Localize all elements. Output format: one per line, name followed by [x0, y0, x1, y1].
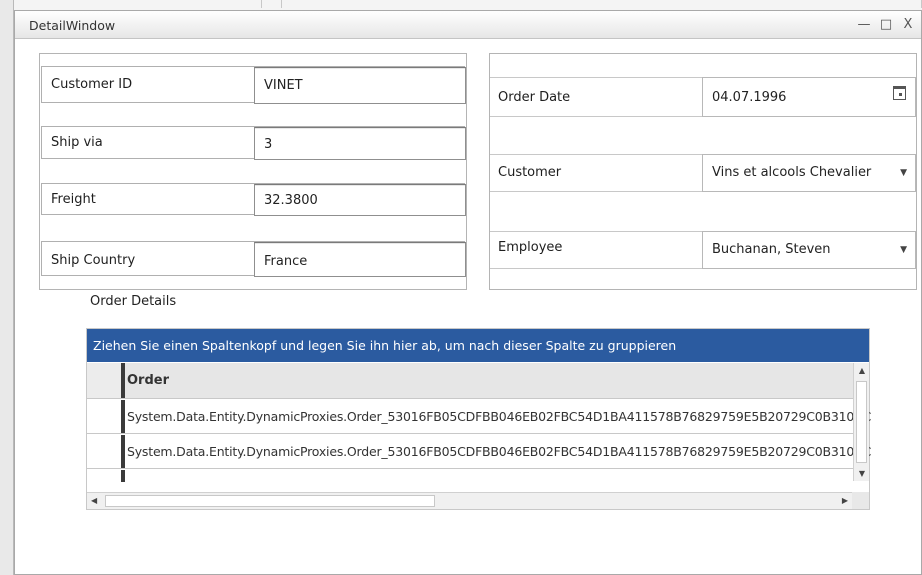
ship-via-field[interactable]: 3: [254, 127, 466, 160]
order-date-value: 04.07.1996: [712, 90, 787, 105]
ship-country-value: France: [264, 254, 308, 269]
background-tab-3: [282, 0, 922, 8]
close-icon: X: [903, 16, 913, 32]
freight-row: Freight 32.3800: [41, 183, 466, 216]
group-panel[interactable]: Ziehen Sie einen Spaltenkopf und legen S…: [87, 329, 869, 362]
customer-id-row: Customer ID VINET: [41, 66, 466, 104]
right-form-panel: Order Date 04.07.1996 Customer Vins et a…: [489, 53, 917, 290]
scroll-right-icon[interactable]: ▶: [842, 496, 848, 505]
ship-via-label: Ship via: [51, 135, 103, 150]
customer-dropdown[interactable]: Vins et alcools Chevalier ▼: [702, 154, 916, 192]
order-details-label: Order Details: [90, 294, 177, 309]
table-row[interactable]: System.Data.Entity.DynamicProxies.Order_…: [87, 400, 871, 434]
ship-country-row: Ship Country France: [41, 241, 466, 277]
frozen-column-divider: [121, 435, 125, 468]
customer-value: Vins et alcools Chevalier: [712, 165, 872, 180]
maximize-button[interactable]: □: [879, 15, 893, 33]
background-tab-1: [0, 0, 262, 8]
order-details-grid: Ziehen Sie einen Spaltenkopf und legen S…: [86, 328, 871, 510]
employee-dropdown[interactable]: Buchanan, Steven ▼: [702, 231, 916, 269]
customer-label: Customer: [498, 165, 562, 180]
left-form-panel: Customer ID VINET Ship via 3 Freight 32.…: [39, 53, 467, 290]
row-indicator[interactable]: [87, 435, 122, 468]
detail-window: DetailWindow — □ X Customer ID VINET Shi…: [14, 10, 922, 575]
frozen-column-divider: [121, 470, 125, 482]
minimize-icon: —: [857, 16, 871, 32]
ship-via-row: Ship via 3: [41, 126, 466, 160]
freight-label: Freight: [51, 192, 96, 207]
desktop-left-strip: [0, 0, 14, 575]
chevron-down-icon: ▼: [900, 245, 907, 255]
window-controls: — □ X: [857, 15, 915, 33]
window-title: DetailWindow: [29, 18, 116, 33]
horizontal-scroll-thumb[interactable]: [105, 495, 435, 507]
chevron-down-icon: ▼: [900, 168, 907, 178]
ship-country-label: Ship Country: [51, 253, 136, 268]
frozen-column-divider: [121, 400, 125, 433]
background-tab-2: [262, 0, 282, 8]
desktop-top-strip: [0, 0, 922, 10]
ship-country-field[interactable]: France: [254, 242, 466, 277]
order-cell[interactable]: System.Data.Entity.DynamicProxies.Order_…: [127, 444, 871, 459]
row-indicator[interactable]: [87, 400, 122, 433]
customer-row: Customer Vins et alcools Chevalier ▼: [490, 154, 916, 192]
window-titlebar[interactable]: DetailWindow — □ X: [15, 11, 921, 39]
employee-row: Employee Buchanan, Steven ▼: [490, 231, 916, 269]
customer-id-value: VINET: [264, 78, 303, 93]
scrollbar-corner: [852, 492, 869, 509]
freight-value: 32.3800: [264, 193, 318, 208]
grid-header: Order: [87, 363, 854, 399]
ship-via-value: 3: [264, 137, 273, 152]
customer-id-field[interactable]: VINET: [254, 67, 466, 104]
employee-label: Employee: [498, 240, 563, 255]
scroll-left-icon[interactable]: ◀: [91, 496, 97, 505]
table-row[interactable]: System.Data.Entity.DynamicProxies.Order_…: [87, 435, 871, 469]
employee-value: Buchanan, Steven: [712, 242, 831, 257]
order-date-picker[interactable]: 04.07.1996: [702, 77, 916, 117]
calendar-icon[interactable]: [893, 86, 906, 100]
order-date-label: Order Date: [498, 90, 571, 105]
scroll-up-icon[interactable]: ▲: [854, 366, 870, 375]
frozen-column-divider[interactable]: [121, 363, 125, 398]
customer-id-label: Customer ID: [51, 77, 133, 92]
maximize-icon: □: [879, 16, 893, 32]
order-cell[interactable]: System.Data.Entity.DynamicProxies.Order_…: [127, 409, 871, 424]
close-button[interactable]: X: [901, 15, 915, 33]
minimize-button[interactable]: —: [857, 15, 871, 33]
vertical-scrollbar[interactable]: ▲ ▼: [853, 363, 869, 481]
horizontal-scrollbar[interactable]: ◀ ▶: [87, 492, 854, 509]
header-indicator-cell: [87, 363, 122, 398]
empty-row-area: [87, 470, 854, 494]
vertical-scroll-thumb[interactable]: [856, 381, 867, 463]
freight-field[interactable]: 32.3800: [254, 184, 466, 216]
scroll-down-icon[interactable]: ▼: [854, 469, 870, 478]
column-header-order[interactable]: Order: [127, 373, 169, 388]
order-date-row: Order Date 04.07.1996: [490, 77, 916, 117]
